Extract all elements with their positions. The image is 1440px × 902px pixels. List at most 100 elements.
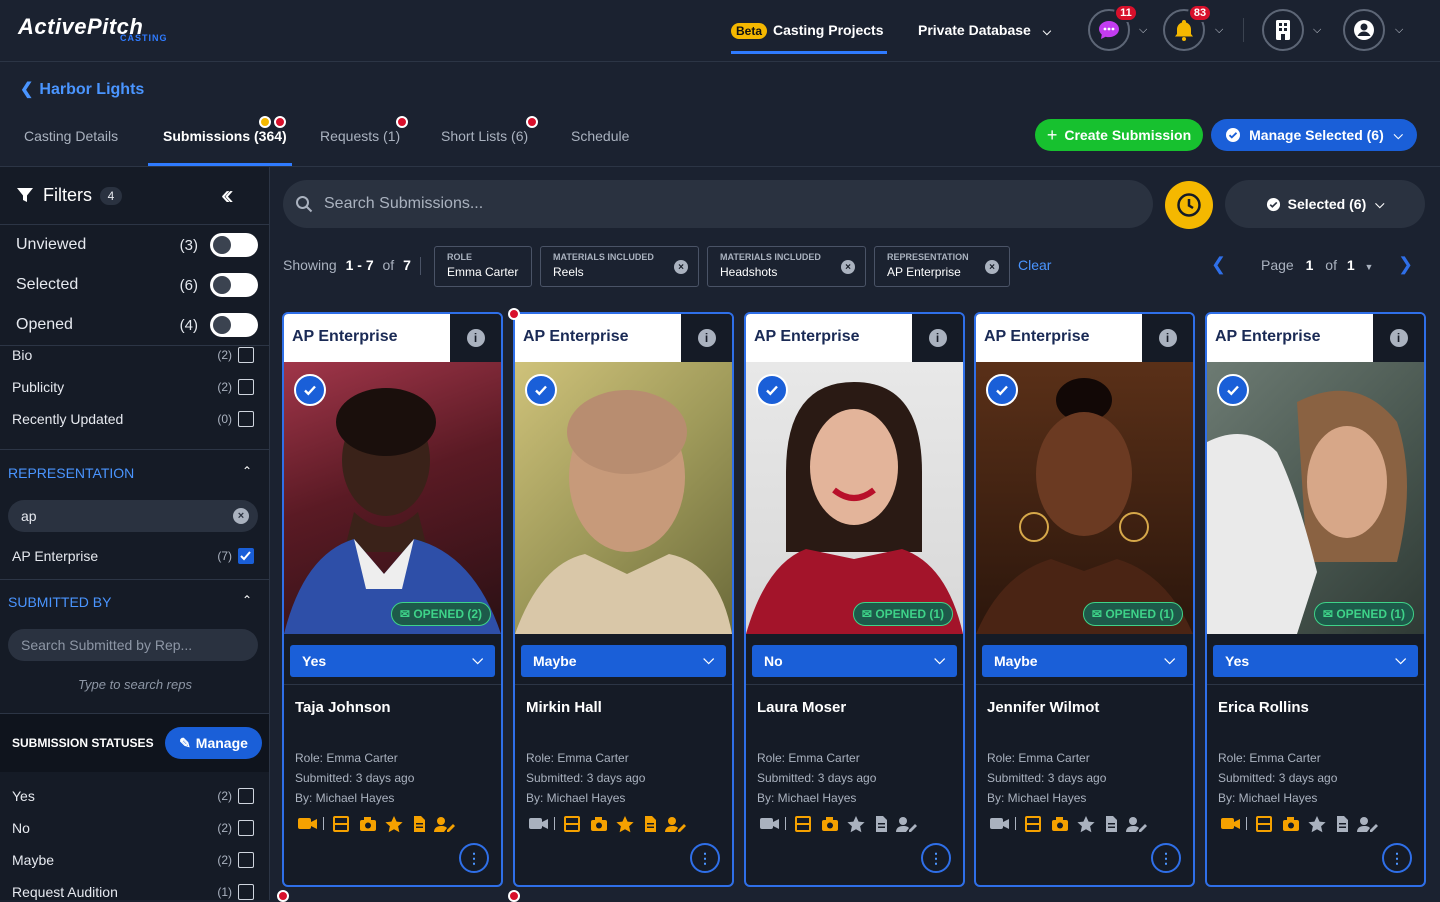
- filter-publicity[interactable]: Publicity (2): [12, 379, 254, 395]
- selected-dropdown[interactable]: Selected (6) ⌵: [1225, 180, 1425, 228]
- checkbox[interactable]: [238, 852, 254, 868]
- checkbox[interactable]: [238, 820, 254, 836]
- filter-chip-role[interactable]: ROLE Emma Carter: [434, 246, 532, 287]
- info-button[interactable]: i: [912, 314, 963, 362]
- remove-chip-icon[interactable]: ×: [841, 260, 855, 274]
- headshot-photo[interactable]: ✉ OPENED (1): [976, 362, 1193, 634]
- chevron-down-icon[interactable]: ⌵: [1313, 24, 1321, 37]
- checkbox[interactable]: [238, 379, 254, 395]
- tab-casting-details[interactable]: Casting Details: [24, 128, 118, 144]
- status-filter-request-audition[interactable]: Request Audition (1): [12, 884, 254, 900]
- manage-statuses-button[interactable]: ✎ Manage: [165, 727, 262, 759]
- representation-section-header[interactable]: REPRESENTATION ⌃: [8, 464, 258, 481]
- submitted-by-search-input[interactable]: Search Submitted by Rep...: [8, 629, 258, 661]
- headshot-photo[interactable]: ✉ OPENED (1): [1207, 362, 1424, 634]
- caret-down-icon[interactable]: ▼: [1365, 262, 1374, 272]
- checkbox[interactable]: [238, 347, 254, 363]
- selected-check[interactable]: [1217, 374, 1249, 406]
- selected-check[interactable]: [756, 374, 788, 406]
- tab-schedule[interactable]: Schedule: [571, 128, 629, 144]
- checkbox-checked[interactable]: [238, 548, 254, 564]
- checkbox[interactable]: [238, 788, 254, 804]
- more-options-button[interactable]: ⋮: [690, 843, 720, 873]
- submitted-by-section-header[interactable]: SUBMITTED BY ⌃: [8, 593, 258, 610]
- more-vertical-icon: ⋮: [1390, 850, 1404, 866]
- filter-recently-updated[interactable]: Recently Updated (0): [12, 411, 254, 427]
- logo[interactable]: ActivePitch CASTING: [18, 14, 167, 43]
- submission-card[interactable]: AP Enterprise i ✉ OPENED (2) Yes ⌵ Taja J…: [282, 312, 503, 887]
- filter-chip-reels[interactable]: MATERIALS INCLUDED Reels ×: [540, 246, 699, 287]
- checkbox[interactable]: [238, 884, 254, 900]
- nav-casting-projects[interactable]: Beta Casting Projects: [731, 22, 884, 39]
- status-dropdown[interactable]: Maybe ⌵: [521, 645, 726, 677]
- status-filter-no[interactable]: No (2): [12, 820, 254, 836]
- filter-chip-headshots[interactable]: MATERIALS INCLUDED Headshots ×: [707, 246, 866, 287]
- company-button[interactable]: [1262, 9, 1304, 51]
- tab-requests[interactable]: Requests (1): [320, 128, 400, 144]
- selected-switch[interactable]: [210, 273, 258, 297]
- back-link[interactable]: ❮ Harbor Lights: [20, 79, 144, 99]
- filter-bio[interactable]: Bio (2): [12, 347, 254, 363]
- status-dropdown[interactable]: Yes ⌵: [1213, 645, 1418, 677]
- talent-name[interactable]: Laura Moser: [757, 699, 846, 716]
- talent-name[interactable]: Mirkin Hall: [526, 699, 602, 716]
- more-options-button[interactable]: ⋮: [459, 843, 489, 873]
- headshot-photo[interactable]: ✉ OPENED (1): [746, 362, 963, 634]
- opened-switch[interactable]: [210, 313, 258, 337]
- status-filter-maybe[interactable]: Maybe (2): [12, 852, 254, 868]
- user-edit-icon: [896, 817, 917, 832]
- next-page-icon[interactable]: ❯: [1398, 254, 1413, 275]
- search-submissions-input[interactable]: Search Submissions...: [283, 180, 1153, 228]
- submission-card[interactable]: AP Enterprise i ✉ OPENED (1) Yes ⌵ Erica …: [1205, 312, 1426, 887]
- materials-icons: [760, 814, 950, 834]
- status-dropdown[interactable]: Maybe ⌵: [982, 645, 1187, 677]
- info-button[interactable]: i: [1142, 314, 1193, 362]
- prev-page-icon[interactable]: ❮: [1211, 254, 1226, 275]
- tab-submissions[interactable]: Submissions (364): [163, 128, 287, 144]
- info-button[interactable]: i: [450, 314, 501, 362]
- nav-private-database[interactable]: Private Database ⌵: [918, 22, 1051, 39]
- submission-card[interactable]: AP Enterprise i ✉ OPENED (1) Maybe ⌵ Jenn…: [974, 312, 1195, 887]
- more-options-button[interactable]: ⋮: [921, 843, 951, 873]
- chevron-down-icon[interactable]: ⌵: [1139, 24, 1147, 37]
- clear-filters-link[interactable]: Clear: [1018, 257, 1051, 273]
- talent-name[interactable]: Erica Rollins: [1218, 699, 1309, 716]
- status-dropdown[interactable]: No ⌵: [752, 645, 957, 677]
- video-icon: [529, 818, 548, 829]
- talent-name[interactable]: Taja Johnson: [295, 699, 391, 716]
- clear-icon[interactable]: ×: [233, 508, 249, 524]
- create-submission-button[interactable]: + Create Submission: [1035, 119, 1203, 151]
- unviewed-switch[interactable]: [210, 233, 258, 257]
- status-filter-yes[interactable]: Yes (2): [12, 788, 254, 804]
- submission-card[interactable]: AP Enterprise i Maybe ⌵ Mirkin Hall Role:…: [513, 312, 734, 887]
- checkbox[interactable]: [238, 411, 254, 427]
- manage-selected-button[interactable]: Manage Selected (6) ⌵: [1211, 119, 1417, 151]
- status-dropdown[interactable]: Yes ⌵: [290, 645, 495, 677]
- talent-name[interactable]: Jennifer Wilmot: [987, 699, 1099, 716]
- star-icon: [616, 816, 634, 833]
- headshot-photo[interactable]: [515, 362, 732, 634]
- divider: [515, 684, 732, 685]
- more-options-button[interactable]: ⋮: [1382, 843, 1412, 873]
- remove-chip-icon[interactable]: ×: [674, 260, 688, 274]
- agency-label: AP Enterprise: [746, 314, 916, 362]
- selected-check[interactable]: [986, 374, 1018, 406]
- selected-check[interactable]: [525, 374, 557, 406]
- representation-search-input[interactable]: ap ×: [8, 500, 258, 532]
- info-button[interactable]: i: [681, 314, 732, 362]
- more-options-button[interactable]: ⋮: [1151, 843, 1181, 873]
- submission-card[interactable]: AP Enterprise i ✉ OPENED (1) No ⌵ Laura M…: [744, 312, 965, 887]
- remove-chip-icon[interactable]: ×: [985, 260, 999, 274]
- collapse-icon[interactable]: ‹‹: [221, 179, 233, 211]
- tab-short-lists[interactable]: Short Lists (6): [441, 128, 528, 144]
- chevron-down-icon[interactable]: ⌵: [1395, 24, 1403, 37]
- filter-ap-enterprise[interactable]: AP Enterprise (7): [12, 548, 254, 564]
- filter-chip-representation[interactable]: REPRESENTATION AP Enterprise ×: [874, 246, 1010, 287]
- headshot-photo[interactable]: ✉ OPENED (2): [284, 362, 501, 634]
- alert-indicator-dot: [396, 116, 408, 128]
- selected-check[interactable]: [294, 374, 326, 406]
- chevron-down-icon[interactable]: ⌵: [1215, 24, 1223, 37]
- info-button[interactable]: i: [1373, 314, 1424, 362]
- user-avatar-button[interactable]: [1343, 9, 1385, 51]
- history-button[interactable]: [1165, 181, 1213, 229]
